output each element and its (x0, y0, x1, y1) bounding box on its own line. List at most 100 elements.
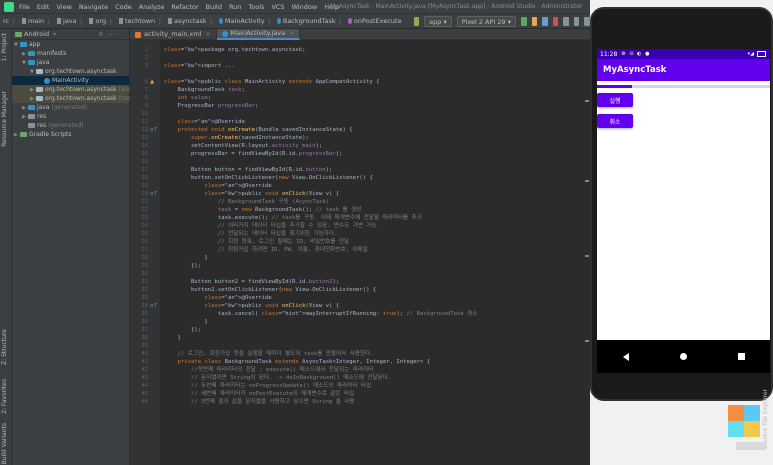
breadcrumb-asynctask[interactable]: asynctask (174, 17, 207, 25)
code-area[interactable]: class="kw">package org.techtown.asynctas… (164, 40, 584, 465)
settings-icon[interactable]: ⚙ (98, 31, 103, 38)
close-icon[interactable]: ✕ (289, 28, 294, 39)
code-line[interactable]: } (164, 318, 207, 326)
tree-item-manifests[interactable]: ▶ manifests (12, 49, 129, 58)
code-line[interactable]: } (164, 254, 207, 262)
menu-edit[interactable]: Edit (37, 3, 50, 11)
code-line[interactable]: class="an">@Override (164, 118, 244, 126)
code-line[interactable]: // 로그인, 회원가입 등을 실행할 때마다 별도의 task를 만들어서 사… (164, 350, 373, 358)
scrollbar[interactable] (736, 442, 766, 450)
warning-marker[interactable] (585, 100, 589, 102)
chevron-down-icon[interactable]: ▾ (53, 31, 56, 38)
tab-activity-main-xml[interactable]: activity_main.xml ✕ (130, 29, 217, 40)
tree-item-package-test[interactable]: ▶ org.techtown.asynctask (test) (12, 94, 135, 103)
override-marker-icon[interactable]: o↑ (150, 127, 158, 133)
code-line[interactable]: // 세번째 파라미터가 onPostExecute의 매개변수로 같은 타입 (164, 390, 354, 398)
code-line[interactable]: Button button = findViewById(R.id.button… (164, 166, 332, 174)
code-line[interactable]: ProgressBar progressBar; (164, 102, 258, 110)
breadcrumb-onpostexecute[interactable]: onPostExecute (354, 17, 402, 25)
debug-icon[interactable] (542, 16, 548, 26)
warning-marker[interactable] (585, 180, 589, 182)
menu-analyze[interactable]: Analyze (139, 3, 165, 11)
minimize-icon[interactable]: — (108, 31, 114, 38)
back-icon[interactable] (622, 352, 629, 361)
menu-tools[interactable]: Tools (248, 3, 264, 11)
code-line[interactable]: }); (164, 326, 201, 334)
code-line[interactable]: class="kw">public void onClick(View v) { (164, 302, 339, 310)
tree-item-mainactivity[interactable]: MainActivity (12, 76, 129, 85)
breadcrumb-backgroundtask[interactable]: BackgroundTask (283, 17, 336, 25)
hammer-icon[interactable] (413, 16, 420, 26)
code-line[interactable]: setContentView(R.layout.activity_main); (164, 142, 322, 150)
home-icon[interactable] (679, 353, 687, 360)
code-line[interactable]: BackgroundTask task; (164, 86, 244, 94)
menu-code[interactable]: Code (115, 3, 132, 11)
run-icon[interactable] (521, 16, 527, 26)
color-swatch[interactable] (728, 405, 744, 421)
menu-file[interactable]: File (19, 3, 30, 11)
run-config-dropdown[interactable]: app ▾ (424, 15, 452, 27)
code-line[interactable]: class="an">@Override (164, 182, 271, 190)
code-line[interactable]: button.setOnClickListener(new View.OnCli… (164, 174, 373, 182)
tree-item-res-generated[interactable]: res (generated) (12, 121, 129, 130)
code-line[interactable]: protected void onCreate(Bundle savedInst… (164, 126, 352, 134)
code-line[interactable]: class="kw">package org.techtown.asynctas… (164, 46, 305, 54)
code-line[interactable]: class="kw">import ... (164, 62, 235, 70)
code-line[interactable]: // 전달되는 데이터 타입을 찾기위한 가능하다. (164, 230, 338, 238)
menu-build[interactable]: Build (206, 3, 222, 11)
device-dropdown[interactable]: Pixel 2 API 29 ▾ (456, 15, 517, 27)
breadcrumb-techtown[interactable]: techtown (125, 17, 155, 25)
project-view-selector[interactable]: Android (24, 30, 49, 38)
code-line[interactable]: }); (164, 262, 201, 270)
tree-item-app[interactable]: ▼ app (12, 40, 129, 49)
code-line[interactable]: class="an">@Override (164, 294, 271, 302)
code-line[interactable]: // 회원 등록, 로그인 할때는 ID, 비밀번호를 전달 (164, 238, 349, 246)
code-line[interactable]: // 여러가지 데이터 타입을 추가할 수 있음. 변수도 가변 가능 (164, 222, 377, 230)
color-swatch[interactable] (728, 421, 744, 437)
breadcrumb-rc[interactable]: rc (3, 17, 9, 25)
menu-navigate[interactable]: Navigate (79, 3, 108, 11)
menu-refactor[interactable]: Refactor (171, 3, 198, 11)
tab-build-variants[interactable]: Build Variants (1, 423, 8, 464)
tab-mainactivity-java[interactable]: MainActivity.java ✕ (216, 28, 301, 40)
menu-run[interactable]: Run (229, 3, 241, 11)
close-icon[interactable]: ✕ (206, 29, 211, 40)
code-line[interactable]: super.onCreate(savedInstanceState); (164, 134, 309, 142)
code-line[interactable]: } (164, 334, 180, 342)
run-button[interactable]: 실행 (597, 93, 633, 107)
color-swatch[interactable] (744, 421, 760, 437)
menu-window[interactable]: Window (292, 3, 318, 11)
code-line[interactable]: // 두번째 파라미터는 onProgressUpdate() 메소드의 파라미… (164, 382, 371, 390)
cancel-button[interactable]: 취소 (597, 114, 633, 128)
code-line[interactable]: progressBar = findViewById(R.id.progress… (164, 150, 343, 158)
android-activity-icon[interactable]: ▲ (150, 79, 154, 85)
color-swatch[interactable] (744, 405, 760, 421)
code-line[interactable]: button2.setOnClickListener(new View.OnCl… (164, 286, 376, 294)
tab-project[interactable]: 1: Project (1, 33, 8, 61)
tab-structure[interactable]: Z: Structure (1, 329, 8, 365)
code-line[interactable]: private class BackgroundTask extends Asy… (164, 358, 430, 366)
breadcrumb-main[interactable]: main (28, 17, 44, 25)
tree-item-gradle-scripts[interactable]: ▶ Gradle Scripts (12, 130, 129, 139)
tree-item-package-androidtest[interactable]: ▶org.techtown.asynctask (androidTest) (12, 85, 158, 94)
code-line[interactable]: Button button2 = findViewById(R.id.butto… (164, 278, 339, 286)
code-line[interactable]: class="kw">public void onClick(View v) { (164, 190, 339, 198)
override-marker-icon[interactable]: o↑ (150, 191, 158, 197)
tree-item-java-generated[interactable]: ▶ java (generated) (12, 103, 129, 112)
device-screen[interactable]: 11:28 ⚙ ⊙ ◐ ● ▾◢ MyAsyncTask 실행 취소 (597, 49, 770, 373)
code-line[interactable]: // 3번째 결과 값을 문자열을 사용하고 싶으면 String 을 사용 (164, 398, 355, 406)
override-marker-icon[interactable]: o↑ (150, 303, 158, 309)
warning-marker[interactable] (585, 255, 589, 257)
code-line[interactable]: class="kw">public class MainActivity ext… (164, 78, 380, 86)
tab-favorites[interactable]: 2: Favorites (1, 379, 8, 414)
sync-icon[interactable] (563, 16, 569, 26)
apply-changes-icon[interactable] (531, 16, 538, 26)
code-line[interactable]: task.cancel( class="hint">mayInterruptIf… (164, 310, 478, 318)
breadcrumb-java[interactable]: java (63, 17, 77, 25)
code-line[interactable]: // BackgroundTask 구동 (AsyncTask) (164, 198, 329, 206)
code-line[interactable]: task = new BackgroundTask(); // task 를 생… (164, 206, 361, 214)
code-line[interactable]: // 문자열이면 String이 된다. -> doInBackground()… (164, 374, 391, 382)
code-line[interactable]: task.execute(); // task를 구동. 이때 매개변수에 전달… (164, 214, 422, 222)
menu-vcs[interactable]: VCS (271, 3, 284, 11)
tab-resource-manager[interactable]: Resource Manager (1, 91, 8, 147)
